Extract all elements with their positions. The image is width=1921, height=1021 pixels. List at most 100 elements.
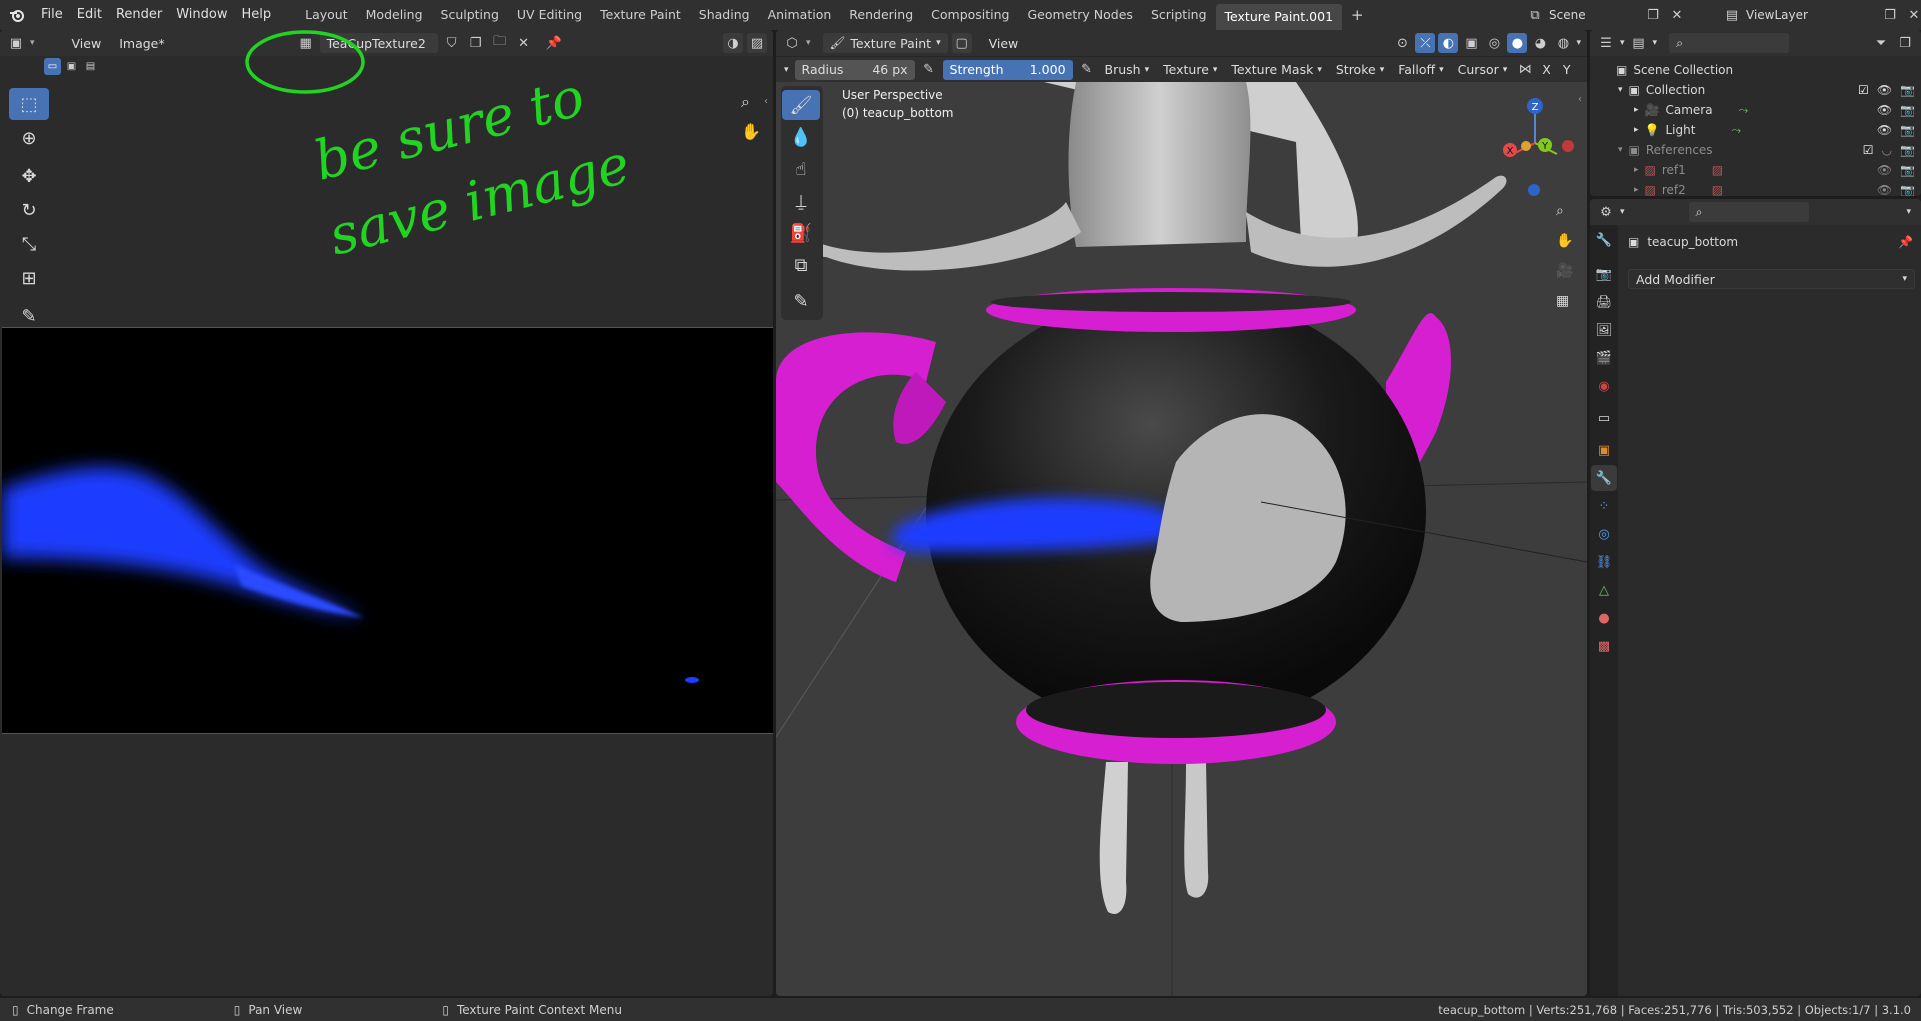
- select-box-tool-icon[interactable]: ⬚: [9, 88, 49, 120]
- camera-render-icon[interactable]: 📷: [1900, 163, 1915, 177]
- texture-canvas[interactable]: [2, 327, 773, 734]
- menu-file[interactable]: File: [34, 0, 70, 30]
- viewlayer-selector[interactable]: ▤ ViewLayer ❐ ✕: [1722, 5, 1921, 25]
- overlays-icon[interactable]: ◐: [1438, 33, 1459, 53]
- mirror-y-toggle[interactable]: Y: [1560, 60, 1574, 80]
- constraints-tab-icon[interactable]: ⛓: [1591, 549, 1617, 575]
- expand-arrow-icon[interactable]: ▾: [1618, 85, 1623, 95]
- add-workspace-button[interactable]: +: [1342, 0, 1373, 30]
- properties-search-input[interactable]: ⌕: [1688, 202, 1809, 222]
- 3d-viewport[interactable]: ⬡ ▾ 🖌 Texture Paint ▾ ▢ View ⊙ ⤫ ◐ ▣ ◎ ●…: [776, 30, 1587, 996]
- shading-wireframe-icon[interactable]: ◎: [1484, 33, 1504, 53]
- camera-render-icon[interactable]: 📷: [1900, 83, 1915, 97]
- scene-tab-icon[interactable]: 🎬: [1591, 345, 1617, 371]
- particles-tab-icon[interactable]: ⁘: [1591, 493, 1617, 519]
- sidebar-toggle-icon[interactable]: ‹: [764, 96, 768, 107]
- fill-brush-icon[interactable]: ⛽: [782, 218, 820, 248]
- navigation-gizmo[interactable]: Z Y X: [1494, 90, 1576, 198]
- outliner-search-input[interactable]: ⌕: [1669, 33, 1790, 53]
- shading-material-icon[interactable]: ◕: [1530, 33, 1550, 53]
- rotate-tool-icon[interactable]: ↻: [9, 194, 49, 226]
- falloff-dropdown[interactable]: Falloff ▾: [1394, 60, 1447, 80]
- paint-mask-icon[interactable]: ▢: [951, 33, 972, 53]
- axis-neg-x-icon[interactable]: [1562, 140, 1574, 152]
- menu-render[interactable]: Render: [109, 0, 169, 30]
- gizmo-icon[interactable]: ⤫: [1415, 33, 1436, 53]
- strength-field[interactable]: Strength 1.000: [942, 59, 1073, 80]
- annotate-tool-icon[interactable]: ✎: [782, 286, 820, 316]
- add-modifier-button[interactable]: Add Modifier ▾: [1628, 269, 1915, 289]
- expand-arrow-icon[interactable]: ▸: [1634, 125, 1639, 135]
- tab-modeling[interactable]: Modeling: [357, 0, 432, 30]
- mask-brush-icon[interactable]: ⧉: [782, 250, 820, 280]
- menu-help[interactable]: Help: [235, 0, 279, 30]
- camera-render-icon[interactable]: 📷: [1900, 123, 1915, 137]
- pan-hand-icon[interactable]: ✋: [1556, 233, 1573, 249]
- menu-view[interactable]: View: [982, 33, 1026, 53]
- new-scene-icon[interactable]: ❐: [1643, 5, 1663, 25]
- ortho-grid-icon[interactable]: ▦: [1556, 293, 1569, 309]
- close-icon[interactable]: ✕: [1667, 5, 1687, 25]
- axis-neg-z-icon[interactable]: [1528, 184, 1540, 196]
- texture-tab-icon[interactable]: ▩: [1591, 633, 1617, 659]
- xray-icon[interactable]: ▣: [1461, 33, 1481, 53]
- tree-row-camera[interactable]: ▸ 🎥 Camera ⤳ 👁 📷: [1590, 100, 1921, 120]
- checkbox-icon[interactable]: ☑: [1863, 143, 1874, 157]
- brush-dropdown[interactable]: Brush ▾: [1101, 60, 1154, 80]
- tab-shading[interactable]: Shading: [690, 0, 759, 30]
- radius-pressure-pen-icon[interactable]: ✎: [921, 60, 937, 80]
- texture-dropdown[interactable]: Texture ▾: [1159, 60, 1221, 80]
- checkbox-icon[interactable]: ☑: [1858, 83, 1869, 97]
- eye-icon[interactable]: 👁: [1877, 83, 1892, 97]
- expand-arrow-icon[interactable]: ▸: [1634, 185, 1639, 195]
- new-collection-icon[interactable]: ❐: [1895, 33, 1915, 53]
- menu-edit[interactable]: Edit: [70, 0, 109, 30]
- blender-logo-icon[interactable]: [0, 8, 34, 22]
- eye-icon[interactable]: 👁: [1877, 123, 1892, 137]
- transform-tool-icon[interactable]: ⊞: [9, 262, 49, 294]
- tree-row-references[interactable]: ▾ ▣ References ☑ ◡ 📷: [1590, 140, 1921, 160]
- draw-brush-icon[interactable]: 🖌: [782, 90, 820, 120]
- camera-view-icon[interactable]: 🎥: [1556, 263, 1573, 279]
- mode-selector[interactable]: 🖌 Texture Paint ▾: [822, 33, 948, 53]
- tree-row-ref1[interactable]: ▸ ▨ ref1 ▨ 👁 📷: [1590, 160, 1921, 180]
- tab-geometry-nodes[interactable]: Geometry Nodes: [1019, 0, 1142, 30]
- zoom-icon[interactable]: ⌕: [741, 92, 750, 112]
- close-icon[interactable]: ✕: [1904, 5, 1921, 25]
- tab-sculpting[interactable]: Sculpting: [432, 0, 508, 30]
- menu-image[interactable]: Image*: [112, 33, 171, 53]
- menu-view[interactable]: View: [65, 33, 109, 53]
- axis-neg-y-icon[interactable]: [1521, 141, 1531, 151]
- pin-icon[interactable]: 📌: [1898, 235, 1913, 249]
- filter-icon[interactable]: ⏷: [1871, 33, 1891, 53]
- new-viewlayer-icon[interactable]: ❐: [1880, 5, 1900, 25]
- tree-row-collection[interactable]: ▾ ▣ Collection ☑ 👁 📷: [1590, 80, 1921, 100]
- tab-scripting[interactable]: Scripting: [1142, 0, 1216, 30]
- eye-icon[interactable]: 👁: [1877, 163, 1892, 177]
- display-mode-icon[interactable]: ▤: [1629, 33, 1649, 53]
- eye-icon[interactable]: 👁: [1877, 183, 1892, 196]
- shading-rendered-icon[interactable]: ◍: [1553, 33, 1573, 53]
- expand-arrow-icon[interactable]: ▸: [1634, 105, 1639, 115]
- editor-type-icon[interactable]: ⚙: [1596, 202, 1616, 222]
- render-tab-icon[interactable]: 📷: [1591, 261, 1617, 287]
- cursor-tool-icon[interactable]: ⊕: [9, 122, 49, 154]
- radius-field[interactable]: Radius 46 px: [794, 59, 915, 80]
- eye-icon[interactable]: 👁: [1877, 103, 1892, 117]
- tree-row-light[interactable]: ▸ 💡 Light ⤳ 👁 📷: [1590, 120, 1921, 140]
- tool-tab-icon[interactable]: 🔧: [1591, 227, 1617, 253]
- visibility-icon[interactable]: ⊙: [1392, 33, 1412, 53]
- display-channels-icon[interactable]: ▨: [747, 33, 767, 53]
- tab-rendering[interactable]: Rendering: [840, 0, 922, 30]
- soften-brush-icon[interactable]: 💧: [782, 122, 820, 152]
- select-subtract-icon[interactable]: ▤: [82, 58, 99, 75]
- material-tab-icon[interactable]: ●: [1591, 605, 1617, 631]
- camera-render-icon[interactable]: 📷: [1900, 103, 1915, 117]
- editor-type-icon[interactable]: ⬡: [782, 33, 802, 53]
- move-tool-icon[interactable]: ✥: [9, 160, 49, 192]
- symmetry-icon[interactable]: ⋈: [1517, 60, 1533, 80]
- tab-uv-editing[interactable]: UV Editing: [508, 0, 591, 30]
- select-new-icon[interactable]: ▭: [44, 58, 61, 75]
- chevron-down-icon[interactable]: ▾: [1906, 207, 1915, 217]
- clone-brush-icon[interactable]: ⍊: [782, 186, 820, 216]
